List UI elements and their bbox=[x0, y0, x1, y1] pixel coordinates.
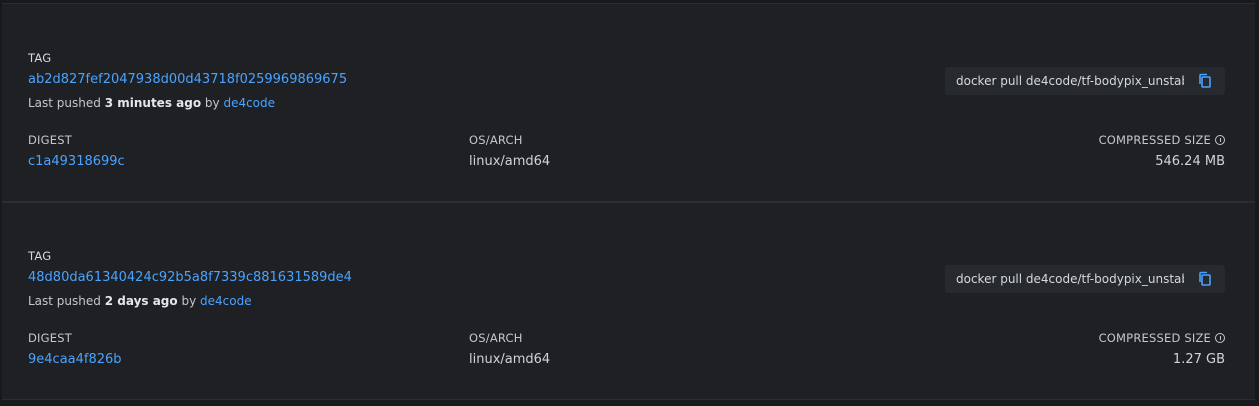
info-icon[interactable] bbox=[1215, 333, 1225, 343]
os-arch-label: OS/ARCH bbox=[469, 331, 523, 345]
last-pushed-prefix: Last pushed bbox=[28, 294, 101, 308]
by-label: by bbox=[204, 96, 220, 110]
pull-command-text[interactable]: docker pull de4code/tf-bodypix_unstable bbox=[956, 74, 1184, 88]
compressed-size-label-text: COMPRESSED SIZE bbox=[1098, 331, 1211, 345]
pull-command-text[interactable]: docker pull de4code/tf-bodypix_unstable bbox=[956, 272, 1184, 286]
tag-hash-link[interactable]: ab2d827fef2047938d00d43718f0259969869675 bbox=[28, 72, 347, 87]
tags-page: TAG ab2d827fef2047938d00d43718f025996986… bbox=[0, 0, 1259, 406]
pushed-by-user-link[interactable]: de4code bbox=[223, 96, 275, 110]
tag-label: TAG bbox=[28, 249, 52, 263]
tag-label: TAG bbox=[28, 51, 52, 65]
copy-icon[interactable] bbox=[1197, 271, 1213, 287]
by-label: by bbox=[181, 294, 197, 308]
tag-card: TAG ab2d827fef2047938d00d43718f025996986… bbox=[2, 3, 1255, 202]
os-arch-value: linux/amd64 bbox=[469, 154, 551, 169]
pull-command-box: docker pull de4code/tf-bodypix_unstable bbox=[945, 265, 1225, 293]
compressed-size-label: COMPRESSED SIZE bbox=[1099, 331, 1225, 345]
digest-label: DIGEST bbox=[28, 133, 72, 147]
last-pushed-time: 3 minutes ago bbox=[104, 96, 202, 110]
digest-link[interactable]: c1a49318699c bbox=[28, 154, 125, 169]
last-pushed-info: Last pushed 3 minutes ago by de4code bbox=[28, 96, 275, 110]
info-icon[interactable] bbox=[1215, 135, 1225, 145]
digest-label: DIGEST bbox=[28, 331, 72, 345]
compressed-size-value: 546.24 MB bbox=[1155, 154, 1225, 169]
last-pushed-prefix: Last pushed bbox=[28, 96, 101, 110]
compressed-size-label-text: COMPRESSED SIZE bbox=[1098, 133, 1211, 147]
last-pushed-time: 2 days ago bbox=[104, 294, 178, 308]
os-arch-value: linux/amd64 bbox=[469, 352, 551, 367]
digest-link[interactable]: 9e4caa4f826b bbox=[28, 352, 122, 367]
compressed-size-label: COMPRESSED SIZE bbox=[1099, 133, 1225, 147]
compressed-size-value: 1.27 GB bbox=[1172, 352, 1225, 367]
pushed-by-user-link[interactable]: de4code bbox=[200, 294, 252, 308]
copy-icon[interactable] bbox=[1197, 73, 1213, 89]
os-arch-label: OS/ARCH bbox=[469, 133, 523, 147]
pull-command-box: docker pull de4code/tf-bodypix_unstable bbox=[945, 67, 1225, 95]
tag-hash-link[interactable]: 48d80da61340424c92b5a8f7339c881631589de4 bbox=[28, 270, 352, 285]
tag-card: TAG 48d80da61340424c92b5a8f7339c88163158… bbox=[2, 202, 1255, 400]
last-pushed-info: Last pushed 2 days ago by de4code bbox=[28, 294, 252, 308]
